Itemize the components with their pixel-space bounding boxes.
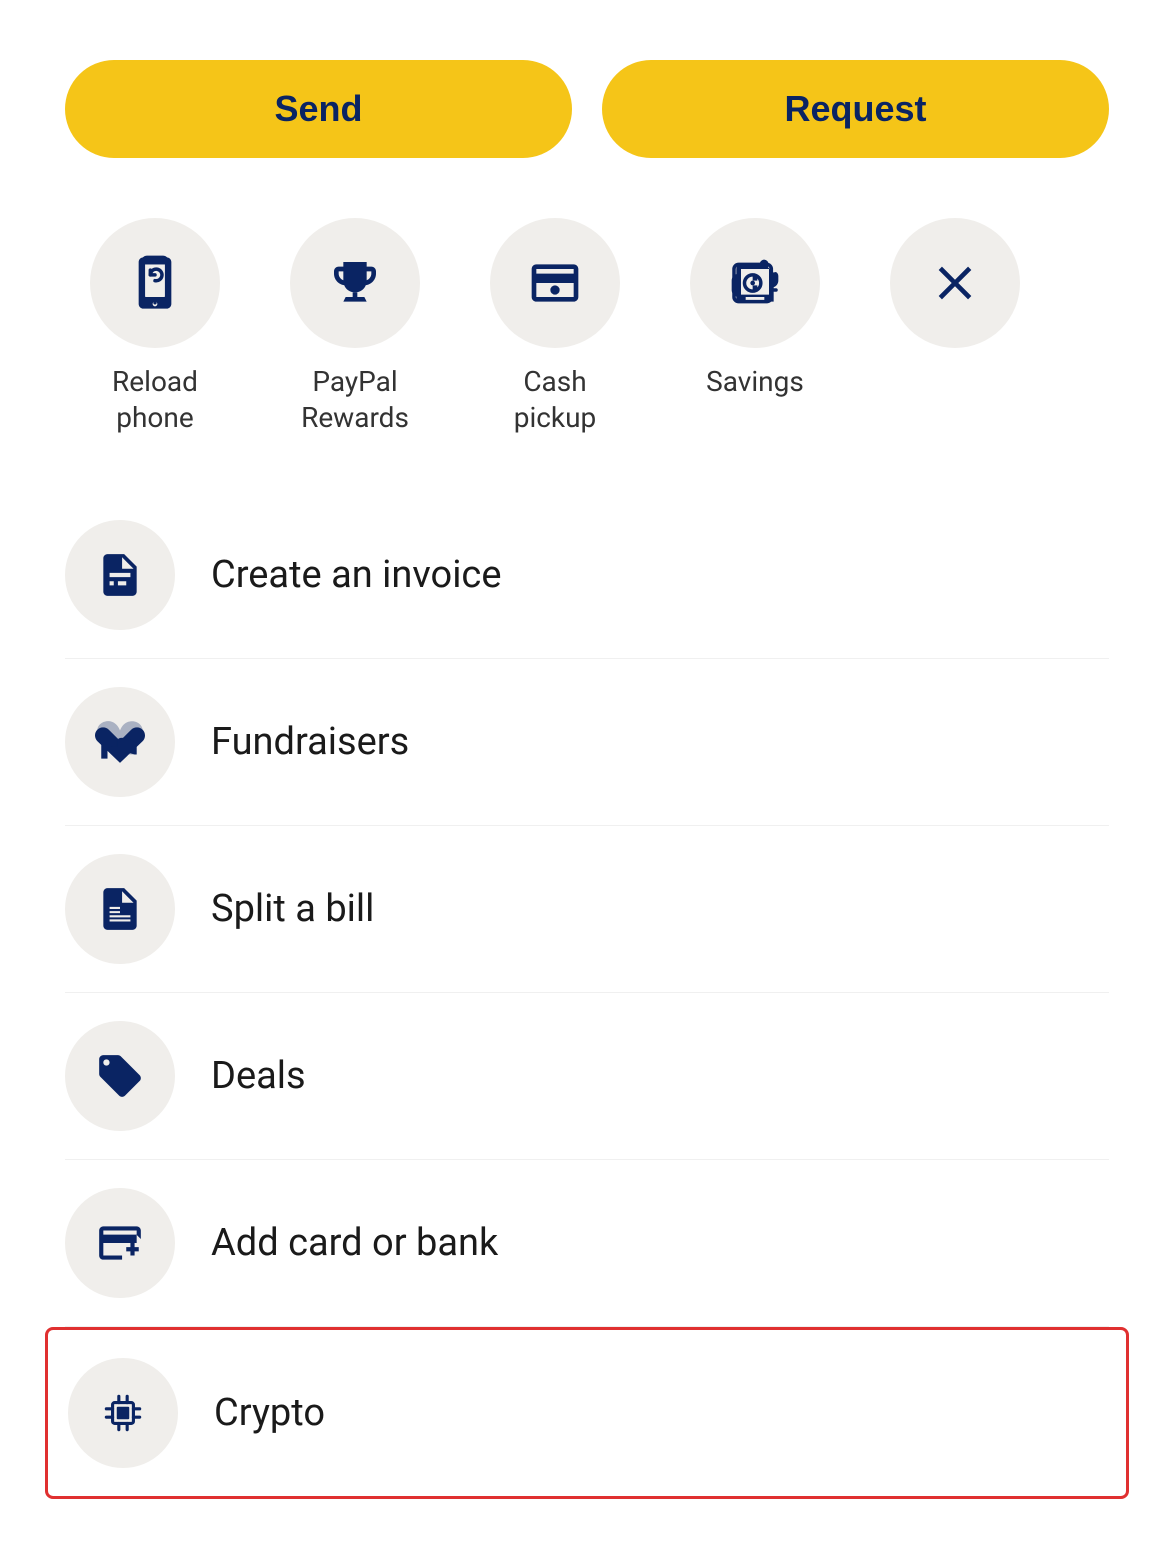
- deals-icon-circle: [65, 1021, 175, 1131]
- menu-list: Create an invoice Fundraisers Split a bi…: [65, 492, 1109, 1499]
- invoice-icon: [95, 550, 145, 600]
- trophy-icon: [327, 255, 383, 311]
- close-icon-circle: [890, 218, 1020, 348]
- quick-actions-row: Reloadphone PayPalRewards Cashpickup: [65, 218, 1109, 437]
- reload-phone-icon: [127, 255, 183, 311]
- menu-item-fundraisers[interactable]: Fundraisers: [65, 659, 1109, 826]
- paypal-rewards-icon-circle: [290, 218, 420, 348]
- add-card-icon: [95, 1218, 145, 1268]
- menu-item-deals[interactable]: Deals: [65, 993, 1109, 1160]
- cash-pickup-icon-circle: [490, 218, 620, 348]
- send-button[interactable]: Send: [65, 60, 572, 158]
- request-button[interactable]: Request: [602, 60, 1109, 158]
- split-bill-icon: [95, 884, 145, 934]
- quick-action-cash-pickup[interactable]: Cashpickup: [465, 218, 645, 437]
- add-card-icon-circle: [65, 1188, 175, 1298]
- deals-icon: [95, 1051, 145, 1101]
- reload-phone-label: Reloadphone: [112, 364, 198, 437]
- close-icon: [927, 255, 983, 311]
- crypto-icon: [98, 1388, 148, 1438]
- add-card-bank-label: Add card or bank: [211, 1221, 498, 1265]
- split-bill-label: Split a bill: [211, 887, 374, 931]
- crypto-label: Crypto: [214, 1391, 325, 1435]
- menu-item-split-bill[interactable]: Split a bill: [65, 826, 1109, 993]
- deals-label: Deals: [211, 1054, 306, 1098]
- crypto-icon-circle: [68, 1358, 178, 1468]
- quick-action-close[interactable]: [865, 218, 1045, 364]
- savings-icon-circle: [690, 218, 820, 348]
- cash-pickup-label: Cashpickup: [514, 364, 597, 437]
- menu-item-add-card-bank[interactable]: Add card or bank: [65, 1160, 1109, 1327]
- split-bill-icon-circle: [65, 854, 175, 964]
- invoice-icon-circle: [65, 520, 175, 630]
- reload-phone-icon-circle: [90, 218, 220, 348]
- quick-action-savings[interactable]: Savings: [665, 218, 845, 400]
- savings-icon: [727, 255, 783, 311]
- menu-item-create-invoice[interactable]: Create an invoice: [65, 492, 1109, 659]
- fundraisers-icon: [95, 717, 145, 767]
- menu-item-crypto[interactable]: Crypto: [45, 1327, 1129, 1499]
- cash-pickup-icon: [527, 255, 583, 311]
- top-action-buttons: Send Request: [65, 60, 1109, 158]
- quick-action-paypal-rewards[interactable]: PayPalRewards: [265, 218, 445, 437]
- quick-action-reload-phone[interactable]: Reloadphone: [65, 218, 245, 437]
- savings-label: Savings: [706, 364, 804, 400]
- fundraisers-label: Fundraisers: [211, 720, 409, 764]
- fundraisers-icon-circle: [65, 687, 175, 797]
- create-invoice-label: Create an invoice: [211, 553, 501, 597]
- paypal-rewards-label: PayPalRewards: [301, 364, 409, 437]
